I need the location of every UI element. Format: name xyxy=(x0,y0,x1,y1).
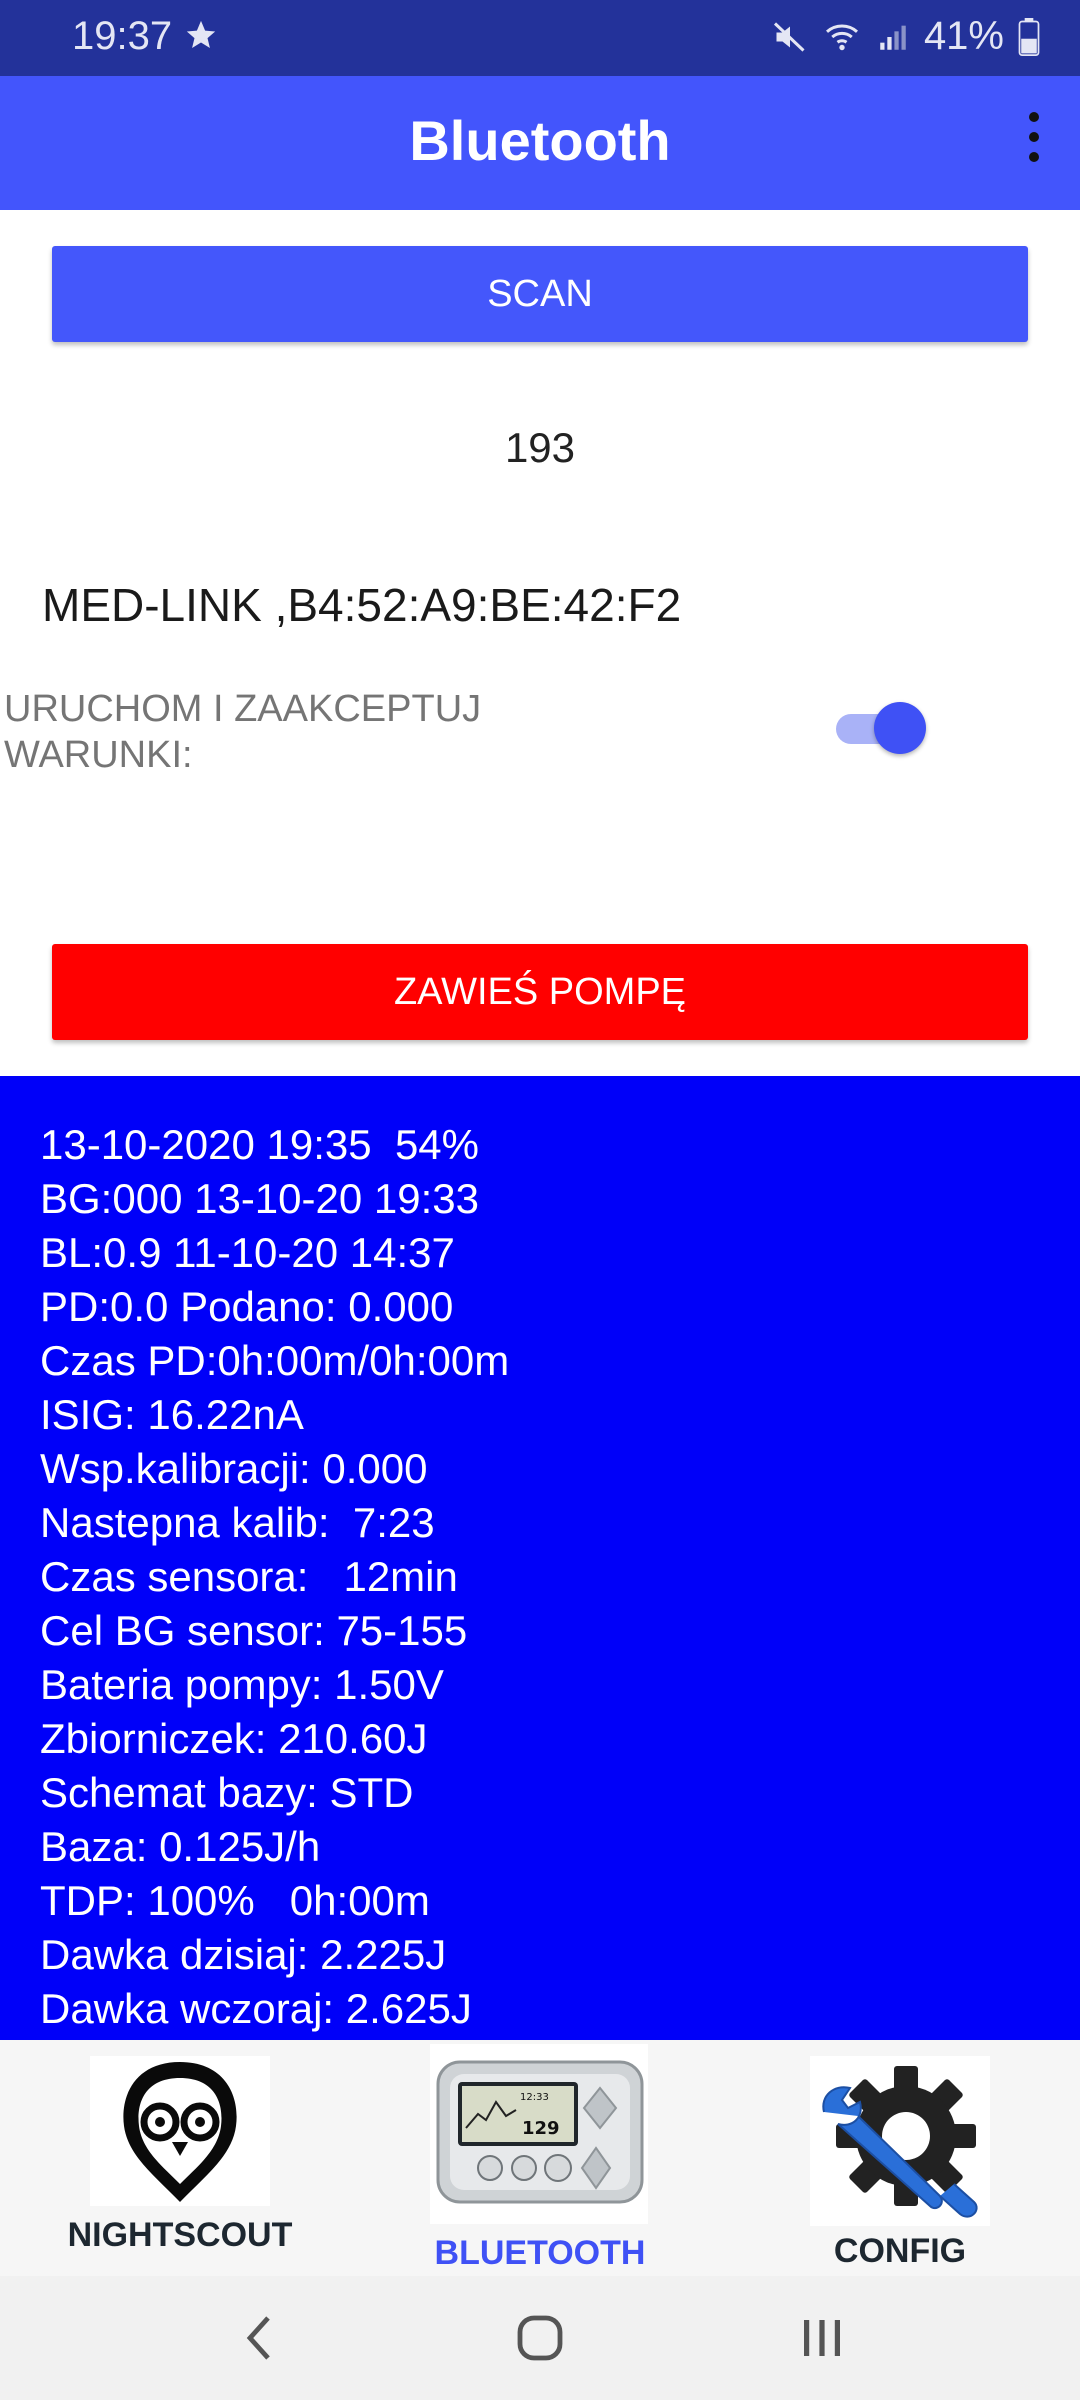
status-bar: 19:37 41% xyxy=(0,0,1080,76)
nav-config-label: CONFIG xyxy=(833,2232,967,2270)
status-time: 19:37 xyxy=(72,14,173,58)
nav-nightscout[interactable]: NIGHTSCOUT xyxy=(60,2056,300,2276)
wifi-icon xyxy=(825,24,858,50)
back-icon[interactable] xyxy=(236,2312,284,2364)
suspend-pump-button[interactable]: ZAWIEŚ POMPĘ xyxy=(52,944,1028,1040)
status-line: Wsp.kalibracji: 0.000 xyxy=(40,1445,428,1492)
status-line: Dawka wczoraj: 2.625J xyxy=(40,1985,472,2032)
home-icon[interactable] xyxy=(514,2312,566,2364)
status-line: BG:000 13-10-20 19:33 xyxy=(40,1175,479,1222)
status-line: Bateria pompy: 1.50V xyxy=(40,1661,444,1708)
status-line: Czas PD:0h:00m/0h:00m xyxy=(40,1337,510,1384)
page-title: Bluetooth xyxy=(409,109,671,172)
overflow-menu-icon[interactable] xyxy=(1022,112,1046,172)
gear-wrench-icon xyxy=(810,2056,990,2226)
status-line: Dawka dzisiaj: 2.225J xyxy=(40,1931,447,1978)
star-icon xyxy=(186,20,216,49)
mute-icon xyxy=(773,21,805,52)
status-line: Schemat bazy: STD xyxy=(40,1769,414,1816)
accept-terms-toggle[interactable] xyxy=(836,702,926,754)
pump-status-panel: 13-10-2020 19:35 54% BG:000 13-10-20 19:… xyxy=(0,1076,1080,2040)
accept-terms-label: URUCHOM I ZAAKCEPTUJ WARUNKI: xyxy=(4,688,482,776)
status-icons: 41% xyxy=(772,14,1040,59)
nav-bluetooth-label: BLUETOOTH xyxy=(434,2234,646,2272)
status-line: ISIG: 16.22nA xyxy=(40,1391,304,1438)
status-line: Nastepna kalib: 7:23 xyxy=(40,1499,435,1546)
pump-screen-time: 12:33 xyxy=(520,2092,549,2103)
status-line: 13-10-2020 19:35 54% xyxy=(40,1121,480,1168)
status-line: Baza: 0.125J/h xyxy=(40,1823,321,1870)
battery-percent: 41% xyxy=(923,14,1004,58)
status-line: Cel BG sensor: 75-155 xyxy=(40,1607,468,1654)
scan-count: 193 xyxy=(504,424,576,471)
status-lines: 13-10-2020 19:35 54% BG:000 13-10-20 19:… xyxy=(40,1118,509,2036)
bottom-navigation: NIGHTSCOUT 12:33 129 BLUETOOTH CONFIG xyxy=(0,2040,1080,2276)
nav-config[interactable]: CONFIG xyxy=(780,2056,1020,2276)
status-line: BL:0.9 11-10-20 14:37 xyxy=(40,1229,455,1276)
status-line: Zbiorniczek: 210.60J xyxy=(40,1715,428,1762)
scan-button[interactable]: SCAN xyxy=(52,246,1028,342)
battery-icon xyxy=(1018,17,1040,56)
status-line: Czas sensora: 12min xyxy=(40,1553,458,1600)
nav-nightscout-label: NIGHTSCOUT xyxy=(67,2216,293,2254)
nav-bluetooth[interactable]: 12:33 129 BLUETOOTH xyxy=(420,2040,660,2276)
app-bar: Bluetooth xyxy=(0,76,1080,210)
system-navigation-bar xyxy=(0,2276,1080,2400)
pump-screen-reading: 129 xyxy=(522,2118,560,2139)
status-line: PD:0.0 Podano: 0.000 xyxy=(40,1283,454,1330)
status-line: TDP: 100% 0h:00m xyxy=(40,1877,430,1924)
nightscout-owl-icon xyxy=(90,2056,270,2206)
signal-icon xyxy=(880,25,906,50)
recents-icon[interactable] xyxy=(796,2312,848,2364)
insulin-pump-icon: 12:33 129 xyxy=(430,2044,648,2224)
device-name[interactable]: MED-LINK ,B4:52:A9:BE:42:F2 xyxy=(42,578,681,632)
